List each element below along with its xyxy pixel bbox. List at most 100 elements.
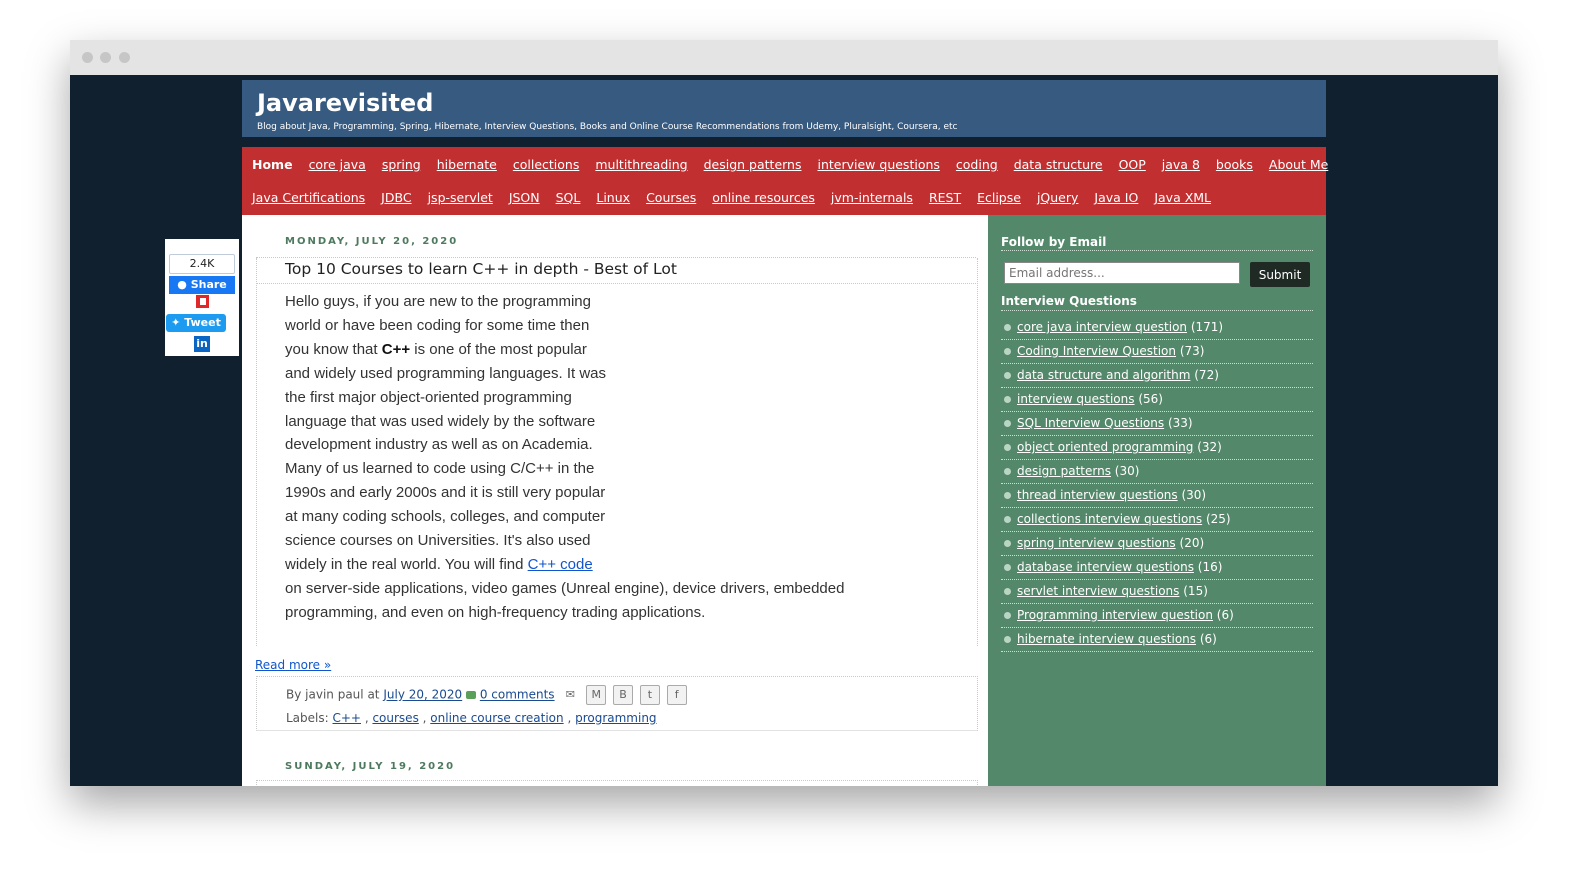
sidebar-list-item: data structure and algorithm (72) (1001, 364, 1313, 388)
bullet-icon (1004, 324, 1011, 331)
twitter-share-icon[interactable]: t (639, 685, 660, 705)
sidebar-item-link[interactable]: database interview questions (1017, 560, 1194, 574)
sidebar-divider (1001, 310, 1313, 311)
nav-link-spring[interactable]: spring (382, 155, 421, 175)
post-line-text: is one of the most popular (414, 340, 587, 358)
read-more-link[interactable]: Read more » (255, 658, 331, 672)
nav-link-data-structure[interactable]: data structure (1014, 155, 1103, 175)
nav-link-java-certifications[interactable]: Java Certifications (252, 188, 365, 208)
sidebar-list-item: object oriented programming (32) (1001, 436, 1313, 460)
nav-link-linux[interactable]: Linux (596, 188, 630, 208)
comment-icon (466, 691, 477, 699)
nav-link-home[interactable]: Home (252, 155, 293, 175)
flipboard-icon[interactable] (196, 295, 209, 308)
facebook-share-icon[interactable]: f (666, 685, 687, 705)
sidebar-list-item: interview questions (56) (1001, 388, 1313, 412)
sidebar-list-item: Programming interview question (6) (1001, 604, 1313, 628)
nav-link-interview-questions[interactable]: interview questions (818, 155, 940, 175)
linkedin-share-button[interactable]: in (194, 336, 210, 352)
post-line: on server-side applications, video games… (285, 579, 845, 597)
tweet-button[interactable]: ✦ Tweet (166, 314, 226, 332)
label-link[interactable]: courses (372, 711, 418, 725)
nav-link-jvm-internals[interactable]: jvm-internals (831, 188, 913, 208)
post-line: the first major object-oriented programm… (285, 388, 572, 406)
sidebar-list-item: design patterns (30) (1001, 460, 1313, 484)
nav-link-multithreading[interactable]: multithreading (595, 155, 687, 175)
blogger-share-icon[interactable]: B (613, 685, 634, 705)
sidebar-item-link[interactable]: collections interview questions (1017, 512, 1202, 526)
email-share-icon[interactable]: M (586, 685, 607, 705)
sidebar-item-link[interactable]: interview questions (1017, 392, 1135, 406)
sidebar-item-link[interactable]: hibernate interview questions (1017, 632, 1196, 646)
post-line: science courses on Universities. It's al… (285, 532, 591, 550)
sidebar-item-link[interactable]: core java interview question (1017, 320, 1187, 334)
nav-link-eclipse[interactable]: Eclipse (977, 188, 1021, 208)
bullet-icon (1004, 372, 1011, 379)
main-navigation: Home core java spring hibernate collections m… (242, 147, 1328, 215)
nav-link-collections[interactable]: collections (513, 155, 580, 175)
browser-window: Javarevisited Blog about Java, Programmi… (70, 40, 1498, 786)
bullet-icon (1004, 564, 1011, 571)
post-labels: Labels: C++ , courses , online course cr… (286, 711, 657, 725)
label-link[interactable]: programming (575, 711, 656, 725)
nav-row-2: Java Certifications JDBC jsp-servlet JSON SQ… (252, 187, 1227, 207)
sidebar: Follow by Email Submit Interview Questio… (988, 215, 1326, 786)
nav-link-online-resources[interactable]: online resources (712, 188, 815, 208)
sidebar-item-link[interactable]: thread interview questions (1017, 488, 1178, 502)
sidebar-item-link[interactable]: Coding Interview Question (1017, 344, 1176, 358)
nav-link-books[interactable]: books (1216, 155, 1253, 175)
bullet-icon (1004, 516, 1011, 523)
nav-link-design-patterns[interactable]: design patterns (704, 155, 802, 175)
nav-link-oop[interactable]: OOP (1119, 155, 1146, 175)
post-date-link[interactable]: July 20, 2020 (383, 688, 462, 702)
nav-link-jdbc[interactable]: JDBC (381, 188, 411, 208)
sidebar-item-count: (30) (1181, 488, 1207, 502)
comments-link[interactable]: 0 comments (480, 688, 555, 702)
facebook-share-button[interactable]: ● Share (169, 276, 235, 294)
nav-link-about-me[interactable]: About Me (1269, 155, 1328, 175)
close-window-icon[interactable] (82, 52, 93, 63)
post-bold-term: C++ (381, 340, 411, 358)
sidebar-item-count: (73) (1179, 344, 1205, 358)
post-line-text: widely in the real world. You will find (285, 555, 524, 573)
nav-link-java-xml[interactable]: Java XML (1154, 188, 1211, 208)
sidebar-item-link[interactable]: Programming interview question (1017, 608, 1213, 622)
nav-link-courses[interactable]: Courses (646, 188, 696, 208)
sidebar-item-link[interactable]: object oriented programming (1017, 440, 1193, 454)
nav-link-java-8[interactable]: java 8 (1162, 155, 1200, 175)
interview-questions-list: core java interview question (171) Coding… (1001, 316, 1313, 652)
twitter-icon: ✦ (171, 316, 185, 329)
email-post-icon[interactable]: ✉ (561, 686, 579, 704)
blog-header: Javarevisited Blog about Java, Programmi… (242, 80, 1326, 137)
post-title[interactable]: Top 10 Courses to learn C++ in depth - B… (285, 259, 677, 279)
nav-link-json[interactable]: JSON (509, 188, 540, 208)
sidebar-list-item: core java interview question (171) (1001, 316, 1313, 340)
page-viewport: Javarevisited Blog about Java, Programmi… (70, 75, 1498, 786)
nav-link-core-java[interactable]: core java (309, 155, 366, 175)
sidebar-item-link[interactable]: SQL Interview Questions (1017, 416, 1164, 430)
cpp-code-link[interactable]: C++ code (528, 556, 593, 573)
sidebar-item-count: (30) (1114, 464, 1140, 478)
label-link[interactable]: online course creation (430, 711, 563, 725)
sidebar-list-item: collections interview questions (25) (1001, 508, 1313, 532)
nav-link-jquery[interactable]: jQuery (1037, 188, 1078, 208)
nav-link-hibernate[interactable]: hibernate (437, 155, 497, 175)
sidebar-item-link[interactable]: servlet interview questions (1017, 584, 1179, 598)
bullet-icon (1004, 468, 1011, 475)
nav-link-rest[interactable]: REST (929, 188, 961, 208)
sidebar-item-count: (20) (1179, 536, 1205, 550)
nav-link-java-io[interactable]: Java IO (1094, 188, 1138, 208)
maximize-window-icon[interactable] (119, 52, 130, 63)
sidebar-item-link[interactable]: design patterns (1017, 464, 1111, 478)
sidebar-item-link[interactable]: data structure and algorithm (1017, 368, 1190, 382)
minimize-window-icon[interactable] (100, 52, 111, 63)
nav-link-sql[interactable]: SQL (556, 188, 581, 208)
email-subscribe-input[interactable] (1004, 262, 1240, 284)
post-line: Hello guys, if you are new to the progra… (285, 293, 591, 310)
label-link[interactable]: C++ (333, 711, 362, 725)
nav-link-coding[interactable]: coding (956, 155, 998, 175)
blog-title[interactable]: Javarevisited (257, 89, 433, 117)
nav-link-jsp-servlet[interactable]: jsp-servlet (428, 188, 493, 208)
subscribe-submit-button[interactable]: Submit (1250, 262, 1310, 287)
sidebar-item-link[interactable]: spring interview questions (1017, 536, 1176, 550)
